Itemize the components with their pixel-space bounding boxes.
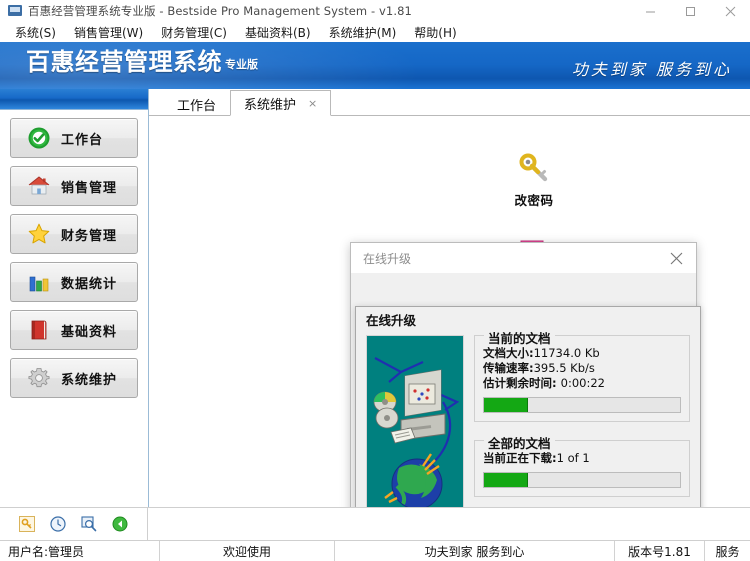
file-size-row: 文档大小:11734.0 Kb: [483, 346, 681, 361]
house-icon: [27, 174, 51, 198]
tab-workbench[interactable]: 工作台: [163, 91, 230, 116]
status-welcome: 欢迎使用: [160, 541, 335, 561]
progress-panes: 当前的文档 文档大小:11734.0 Kb 传输速率:395.5 Kb/s 估计…: [474, 328, 690, 507]
group-caption: 当前的文档: [484, 328, 555, 347]
sidebar-item-workbench[interactable]: 工作台: [10, 118, 138, 158]
tab-strip: 工作台 系统维护 ×: [149, 89, 750, 116]
sidebar-item-maintenance[interactable]: 系统维护: [10, 358, 138, 398]
menu-sales[interactable]: 销售管理(W): [65, 24, 152, 41]
sidebar-item-sales[interactable]: 销售管理: [10, 166, 138, 206]
title-bar: 百惠经营管理系统专业版 - Bestside Pro Management Sy…: [0, 0, 750, 22]
dialog-body: 在线升级 当前的文档 文档大小:11734.0 Kb 传输速率:395.5 Kb…: [351, 273, 701, 507]
bottom-toolbar-icons: [0, 508, 148, 540]
online-upgrade-dialog: 在线升级 在线升级 当前的文档 文档大小:11734.0 Kb 传输速率:395…: [350, 242, 701, 507]
dialog-title: 在线升级: [363, 251, 412, 266]
group-caption: 全部的文档: [484, 433, 555, 452]
minimize-icon[interactable]: [630, 0, 670, 22]
transfer-rate-label: 传输速率:: [483, 361, 534, 375]
key-icon[interactable]: [19, 516, 36, 532]
menu-help[interactable]: 帮助(H): [405, 24, 465, 41]
canvas-icon-change-password[interactable]: 改密码: [497, 151, 571, 209]
downloading-label: 当前正在下载:: [483, 451, 557, 465]
downloading-row: 当前正在下载:1 of 1: [483, 451, 681, 466]
back-arrow-icon[interactable]: [112, 516, 128, 532]
menu-finance[interactable]: 财务管理(C): [152, 24, 236, 41]
search-icon[interactable]: [81, 516, 97, 532]
sidebar-item-label: 系统维护: [61, 372, 118, 388]
transfer-rate-value: 395.5 Kb/s: [533, 361, 595, 375]
key-icon: [497, 151, 571, 188]
canvas-icon-label: 改密码: [514, 193, 554, 208]
sidebar: 工作台 销售管理 财务管理 数据统计 基础资料 系统维护: [0, 89, 149, 507]
tab-label: 工作台: [177, 98, 217, 114]
window-title: 百惠经营管理系统专业版 - Bestside Pro Management Sy…: [28, 4, 412, 18]
all-files-progress-bar: [483, 472, 681, 488]
time-remaining-label: 估计剩余时间:: [483, 376, 557, 390]
tab-maintenance[interactable]: 系统维护 ×: [230, 90, 332, 116]
sidebar-item-finance[interactable]: 财务管理: [10, 214, 138, 254]
status-username: 用户名:管理员: [0, 541, 160, 561]
check-circle-icon: [27, 126, 51, 150]
sidebar-item-label: 基础资料: [61, 324, 118, 340]
sidebar-item-label: 工作台: [61, 132, 104, 148]
maximize-icon[interactable]: [670, 0, 710, 22]
sidebar-items: 工作台 销售管理 财务管理 数据统计 基础资料 系统维护: [0, 110, 148, 507]
banner-slogan: 功夫到家 服务到心: [571, 60, 732, 79]
current-file-progress-fill: [484, 398, 529, 412]
window-controls: [630, 0, 750, 22]
all-files-group: 全部的文档 当前正在下载:1 of 1: [474, 433, 690, 497]
menu-bar: 系统(S) 销售管理(W) 财务管理(C) 基础资料(B) 系统维护(M) 帮助…: [0, 22, 750, 42]
content-area: 工作台 系统维护 × 改密码 在线升级 在线升级 当前的文档 文档大小:1173…: [149, 89, 750, 507]
status-slogan: 功夫到家 服务到心: [335, 541, 615, 561]
file-size-label: 文档大小:: [483, 346, 534, 360]
file-size-value: 11734.0 Kb: [533, 346, 600, 360]
tab-label: 系统维护: [244, 97, 297, 113]
current-file-progress-bar: [483, 397, 681, 413]
app-banner: 百惠经营管理系统 专业版 功夫到家 服务到心: [0, 42, 750, 89]
time-remaining-row: 估计剩余时间: 0:00:22: [483, 376, 681, 391]
bar-chart-icon: [27, 270, 51, 294]
tab-close-icon[interactable]: ×: [308, 97, 317, 110]
computer-network-globe-illustration: [366, 335, 464, 507]
star-icon: [27, 222, 51, 246]
dialog-close-icon[interactable]: [656, 243, 696, 273]
book-icon: [27, 318, 51, 342]
workspace-canvas: 改密码 件锁定: [149, 116, 750, 507]
all-files-progress-fill: [484, 473, 529, 487]
sidebar-item-label: 销售管理: [61, 180, 118, 196]
sidebar-item-label: 财务管理: [61, 228, 118, 244]
status-service: 服务: [715, 544, 740, 559]
main-area: 工作台 销售管理 财务管理 数据统计 基础资料 系统维护 工作台 系统维护 × …: [0, 89, 750, 507]
clock-icon[interactable]: [50, 516, 66, 532]
status-bar: 用户名:管理员 欢迎使用 功夫到家 服务到心 版本号1.81 服务: [0, 540, 750, 561]
sidebar-header-strip: [0, 89, 148, 110]
bottom-toolbar: [0, 507, 750, 540]
menu-maintenance[interactable]: 系统维护(M): [320, 24, 406, 41]
upgrade-progress-panel: 在线升级 当前的文档 文档大小:11734.0 Kb 传输速率:395.5 Kb…: [355, 306, 701, 507]
banner-subtitle: 专业版: [225, 58, 258, 71]
sidebar-item-label: 数据统计: [61, 276, 118, 292]
sidebar-item-basic-data[interactable]: 基础资料: [10, 310, 138, 350]
banner-brand: 百惠经营管理系统 专业版: [26, 50, 258, 74]
gear-icon: [27, 366, 51, 390]
app-window-icon: [8, 5, 22, 17]
sidebar-item-statistics[interactable]: 数据统计: [10, 262, 138, 302]
application-window: 百惠经营管理系统专业版 - Bestside Pro Management Sy…: [0, 0, 750, 561]
downloading-value: 1 of 1: [556, 451, 590, 465]
transfer-rate-row: 传输速率:395.5 Kb/s: [483, 361, 681, 376]
time-remaining-value: 0:00:22: [560, 376, 605, 390]
panel-main: 当前的文档 文档大小:11734.0 Kb 传输速率:395.5 Kb/s 估计…: [356, 328, 700, 507]
banner-title: 百惠经营管理系统: [26, 48, 222, 76]
status-version: 版本号1.81: [615, 541, 705, 561]
menu-system[interactable]: 系统(S): [6, 24, 65, 41]
close-icon[interactable]: [710, 0, 750, 22]
menu-basic-data[interactable]: 基础资料(B): [236, 24, 320, 41]
current-file-group: 当前的文档 文档大小:11734.0 Kb 传输速率:395.5 Kb/s 估计…: [474, 328, 690, 422]
dialog-title-bar: 在线升级: [351, 243, 696, 273]
